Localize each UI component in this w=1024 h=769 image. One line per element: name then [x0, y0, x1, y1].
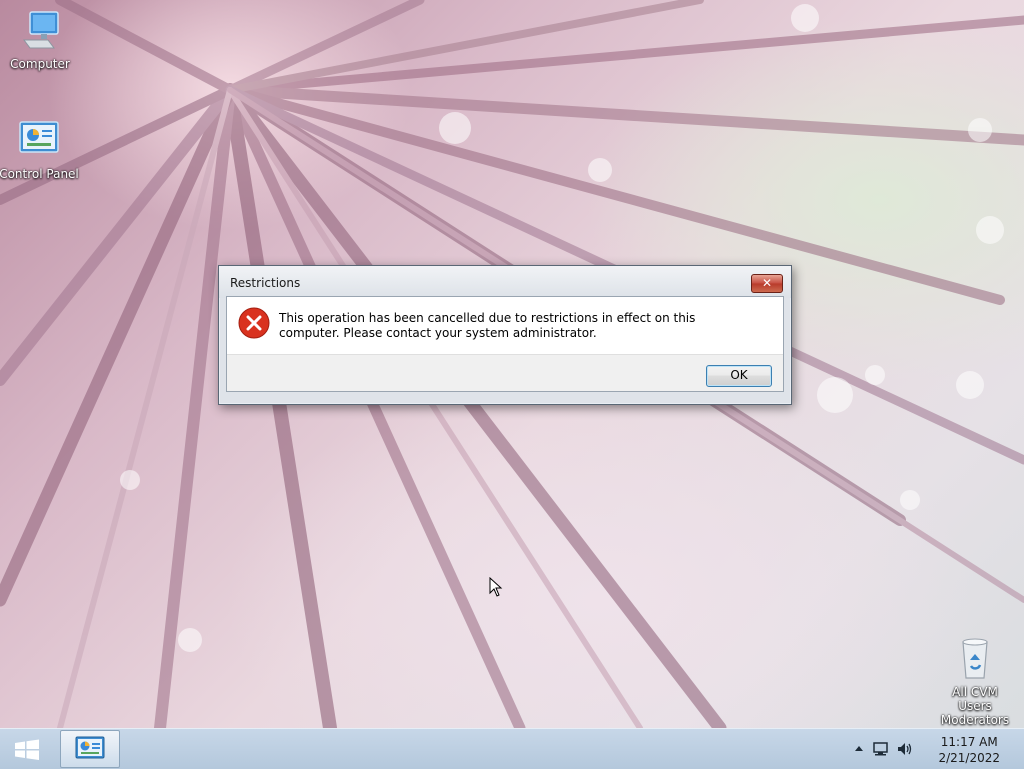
- chevron-up-icon[interactable]: [854, 744, 864, 752]
- system-tray: 11:17 AM 2/21/2022: [854, 729, 1024, 769]
- control-panel-icon: [19, 121, 59, 153]
- restrictions-dialog: Restrictions ✕ This operation has been c…: [218, 265, 792, 405]
- recycle-bin-icon: [962, 638, 988, 679]
- computer-icon: [23, 11, 59, 49]
- close-icon: ✕: [761, 276, 773, 290]
- desktop-icon-recycle-bin[interactable]: All CVM Users Moderators ...: [935, 636, 1015, 728]
- dialog-title: Restrictions: [230, 276, 301, 290]
- clock[interactable]: 11:17 AM 2/21/2022: [938, 734, 1000, 766]
- volume-icon[interactable]: [896, 741, 914, 757]
- ok-button[interactable]: OK: [706, 365, 772, 387]
- dialog-message: This operation has been cancelled due to…: [279, 311, 696, 340]
- desktop-icon-label: Control Panel: [0, 167, 79, 181]
- taskbar-item-control-panel[interactable]: [60, 730, 120, 768]
- mouse-cursor: [489, 577, 503, 597]
- clock-date: 2/21/2022: [938, 751, 1000, 765]
- close-button[interactable]: ✕: [751, 274, 783, 293]
- desktop-icon-label: All CVM Users Moderators ...: [940, 685, 1010, 728]
- desktop-icon-label: Computer: [10, 57, 70, 71]
- dialog-body: This operation has been cancelled due to…: [226, 296, 784, 392]
- start-button[interactable]: [8, 735, 46, 765]
- dialog-titlebar[interactable]: Restrictions ✕: [219, 266, 791, 298]
- control-panel-icon: [75, 736, 105, 759]
- error-icon: [238, 307, 270, 339]
- windows-logo-icon: [15, 739, 39, 760]
- network-icon[interactable]: [872, 741, 890, 757]
- desktop-icon-computer[interactable]: Computer: [0, 8, 80, 71]
- message-area: This operation has been cancelled due to…: [227, 297, 783, 355]
- taskbar: 11:17 AM 2/21/2022: [0, 728, 1024, 769]
- clock-time: 11:17 AM: [940, 735, 998, 749]
- desktop-icon-control-panel[interactable]: Control Panel: [0, 118, 79, 181]
